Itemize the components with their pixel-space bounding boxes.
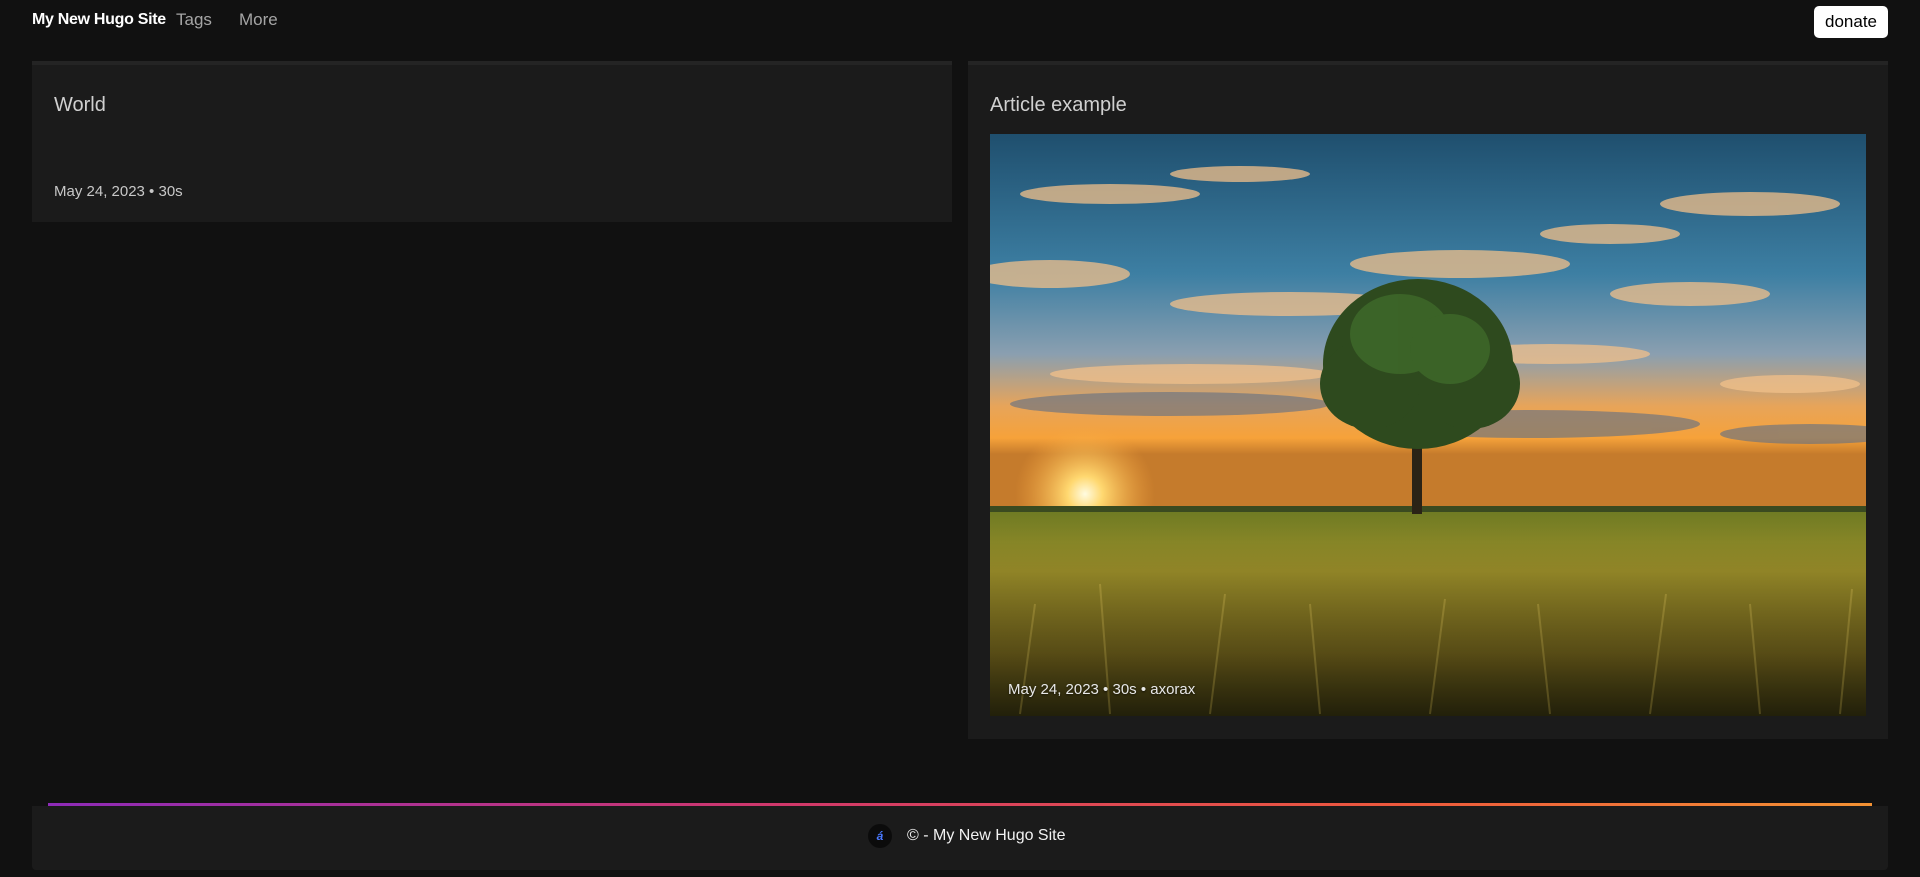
post-title[interactable]: World [54,94,106,117]
site-title-link[interactable]: My New Hugo Site [32,11,166,29]
post-cover-image[interactable]: May 24, 2023 • 30s • axorax [990,134,1866,716]
donate-button[interactable]: donate [1814,6,1888,38]
footer-copyright: © - My New Hugo Site [907,827,1066,844]
top-navbar: My New Hugo Site Tags More donate [0,0,1920,44]
post-card-article-example[interactable]: Article example May 24, 2023 • 30s • axo… [968,61,1888,739]
post-card-world[interactable]: World May 24, 2023 • 30s [32,61,952,222]
nav-link-tags[interactable]: Tags [176,10,212,30]
nav-link-more[interactable]: More [239,10,278,30]
post-meta: May 24, 2023 • 30s • axorax [1008,681,1196,698]
footer: á © - My New Hugo Site [32,806,1888,870]
post-meta: May 24, 2023 • 30s [54,183,183,200]
sunset-tree-field-photo [990,134,1866,716]
site-logo-icon: á [868,824,892,848]
post-title[interactable]: Article example [990,94,1127,117]
